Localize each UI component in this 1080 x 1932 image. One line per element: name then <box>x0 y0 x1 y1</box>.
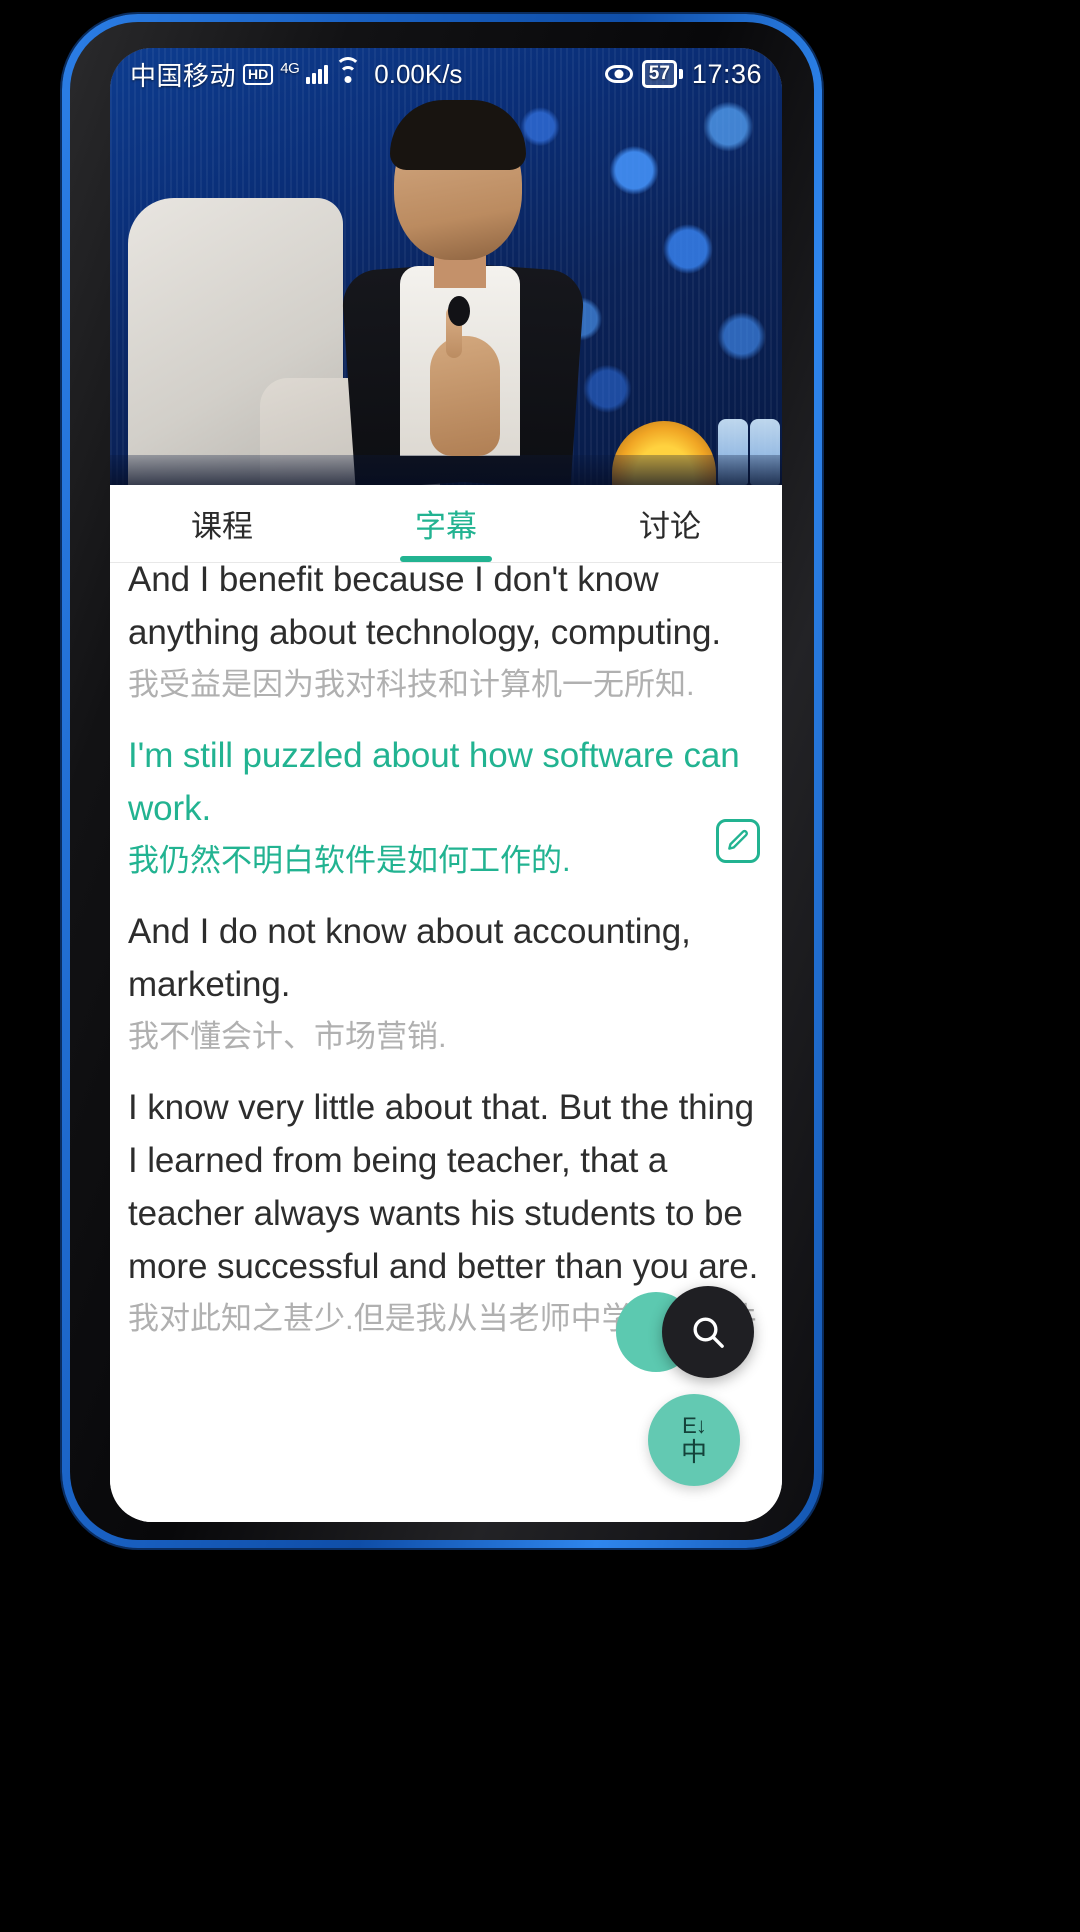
video-player[interactable]: 中国移动 HD 4G 0.00K/s 57 17:36 <box>110 48 782 485</box>
wifi-icon <box>335 57 362 84</box>
subtitle-chinese: 我不懂会计、市场营销. <box>128 1019 447 1055</box>
lapel-mic-icon <box>448 296 470 326</box>
tab-discussion-label: 讨论 <box>639 509 701 544</box>
search-magnifier-icon <box>693 1317 724 1348</box>
subtitle-english: And I benefit because I don't know anyth… <box>128 563 722 653</box>
subtitle-english: And I do not know about accounting, mark… <box>128 911 691 1004</box>
battery-indicator: 57 <box>641 60 683 88</box>
subtitle-list: And I benefit because I don't know anyth… <box>110 563 782 1347</box>
translate-target-label: 中 <box>680 1437 707 1467</box>
eye-comfort-icon <box>604 65 633 83</box>
signal-bars-icon <box>306 64 329 84</box>
battery-level-label: 57 <box>641 60 677 88</box>
tab-courses[interactable]: 课程 <box>110 485 334 562</box>
hands <box>430 336 500 456</box>
translate-arrow-glyph: E↓ <box>682 1413 707 1438</box>
translate-fab-button[interactable]: E↓ 中 <box>648 1394 740 1486</box>
search-fab-button[interactable] <box>638 1280 754 1378</box>
phone-screen: 中国移动 HD 4G 0.00K/s 57 17:36 课程 字幕 讨论 And… <box>110 48 782 1522</box>
tab-subtitles[interactable]: 字幕 <box>334 485 558 562</box>
status-bar-left: 中国移动 HD 4G 0.00K/s <box>130 56 462 93</box>
subtitle-english: I know very little about that. But the t… <box>128 1087 759 1287</box>
speaker-figure <box>340 100 586 485</box>
phone-bezel: 中国移动 HD 4G 0.00K/s 57 17:36 课程 字幕 讨论 And… <box>70 22 814 1540</box>
subtitle-chinese: 我受益是因为我对科技和计算机一无所知. <box>128 667 695 703</box>
tab-courses-label: 课程 <box>191 509 253 544</box>
hd-badge: HD <box>243 63 274 85</box>
status-bar-right: 57 17:36 <box>604 58 762 90</box>
tab-subtitles-label: 字幕 <box>415 509 477 544</box>
subtitle-item[interactable]: And I do not know about accounting, mark… <box>128 889 766 1065</box>
subtitle-scroll-area[interactable]: And I benefit because I don't know anyth… <box>110 563 782 1522</box>
screenshot-root: 中国移动 HD 4G 0.00K/s 57 17:36 课程 字幕 讨论 And… <box>0 0 1080 1932</box>
tab-discussion[interactable]: 讨论 <box>558 485 782 562</box>
subtitle-chinese: 我仍然不明白软件是如何工作的. <box>128 843 571 879</box>
subtitle-item[interactable]: And I benefit because I don't know anyth… <box>128 563 766 713</box>
tab-bar: 课程 字幕 讨论 <box>110 485 782 563</box>
subtitle-item-active[interactable]: I'm still puzzled about how software can… <box>128 713 766 889</box>
battery-cap-icon <box>678 69 683 79</box>
hair <box>390 100 526 170</box>
phone-frame: 中国移动 HD 4G 0.00K/s 57 17:36 课程 字幕 讨论 And… <box>62 14 822 1548</box>
stage-floor <box>110 455 782 485</box>
subtitle-english: I'm still puzzled about how software can… <box>128 735 740 829</box>
pencil-edit-icon[interactable] <box>716 818 760 863</box>
network-speed-label: 0.00K/s <box>374 58 463 89</box>
clock-label: 17:36 <box>691 58 762 89</box>
status-bar: 中国移动 HD 4G 0.00K/s 57 17:36 <box>110 48 782 100</box>
carrier-label: 中国移动 <box>130 60 237 91</box>
network-type-label: 4G <box>280 59 300 77</box>
